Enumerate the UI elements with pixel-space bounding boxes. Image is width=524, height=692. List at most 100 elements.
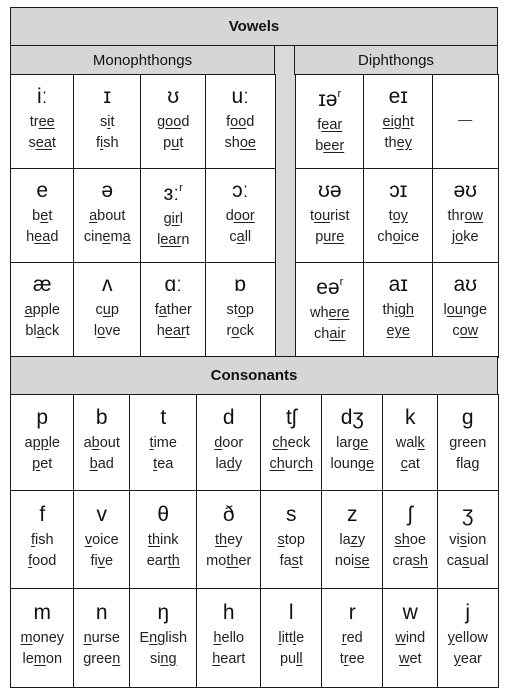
phoneme-symbol: eər	[316, 275, 344, 299]
example-word: heart	[212, 650, 246, 667]
phoneme-symbol: uː	[231, 84, 249, 108]
phoneme-symbol: dʒ	[340, 405, 364, 429]
example-word: five	[90, 552, 114, 569]
highlighted-sound: ch	[269, 455, 285, 472]
example-word: year	[453, 650, 482, 667]
consonant-cell: ʒ vision casual	[437, 490, 499, 590]
example-word: tree	[29, 113, 55, 130]
diphthong-cell: ɔɪ toy choice	[363, 168, 434, 264]
example-word: love	[93, 322, 121, 339]
example-word: food	[28, 552, 57, 569]
highlighted-sound: a	[24, 301, 33, 318]
example-word: green	[83, 650, 121, 667]
highlighted-sound: ear	[164, 322, 186, 339]
example-word: noise	[334, 552, 370, 569]
example-word: nurse	[83, 629, 120, 646]
highlighted-sound: n	[112, 650, 121, 667]
highlighted-sound: ge	[357, 455, 375, 472]
consonant-cell: h hello heart	[196, 588, 262, 688]
highlighted-sound: a	[122, 228, 131, 245]
example-word: green	[449, 434, 487, 451]
phoneme-symbol: d	[222, 405, 235, 429]
phoneme-symbol: ŋ	[157, 600, 170, 624]
example-word: lady	[215, 455, 243, 472]
highlighted-sound: ure	[323, 228, 345, 245]
example-word: choice	[377, 228, 420, 245]
diphthong-cell: ʊə tourist pure	[295, 168, 365, 264]
highlighted-sound: air	[329, 325, 346, 342]
example-word: cup	[95, 301, 119, 318]
example-word: thigh	[382, 301, 414, 318]
phoneme-symbol: t	[160, 405, 167, 429]
highlighted-sound: d	[214, 434, 223, 451]
example-word: door	[225, 207, 255, 224]
example-word: door	[214, 434, 244, 451]
phoneme-symbol: ʊə	[317, 178, 342, 202]
consonant-cell: ŋ English sing	[129, 588, 198, 688]
example-word: cow	[452, 322, 479, 339]
consonant-cell: dʒ large lounge	[321, 394, 384, 492]
example-word: seat	[28, 134, 56, 151]
phoneme-symbol: n	[95, 600, 108, 624]
highlighted-sound: ow	[464, 207, 483, 224]
highlighted-sound: eye	[386, 322, 410, 339]
phoneme-symbol: r	[348, 600, 356, 624]
example-word: they	[215, 531, 243, 548]
highlighted-sound: oy	[392, 207, 408, 224]
example-word: where	[309, 304, 350, 321]
example-word: lazy	[339, 531, 366, 548]
monophthong-cell: ɒ stop rock	[205, 262, 276, 358]
example-word: bad	[89, 455, 114, 472]
example-word: time	[149, 434, 177, 451]
phoneme-symbol: tʃ	[286, 405, 297, 429]
example-word: girl	[163, 210, 183, 227]
example-word: hello	[213, 629, 245, 646]
highlighted-sound: t	[149, 434, 154, 451]
consonant-cell: s stop fast	[260, 490, 323, 590]
monophthong-cell: ɜːr girl learn	[140, 168, 207, 264]
phoneme-symbol: ɔː	[232, 178, 249, 202]
consonant-cell: w wind wet	[382, 588, 439, 688]
example-word: tea	[153, 455, 174, 472]
example-word: throw	[447, 207, 483, 224]
example-word: English	[139, 629, 188, 646]
consonant-cell: k walk cat	[382, 394, 439, 492]
vowel-section-divider	[275, 45, 295, 357]
phoneme-symbol: æ	[32, 272, 52, 296]
phoneme-symbol: s	[286, 502, 297, 526]
highlighted-sound: z	[350, 531, 358, 548]
highlighted-sound: se	[354, 552, 370, 569]
example-word: fish	[95, 134, 119, 151]
example-word: heart	[156, 322, 190, 339]
example-word: black	[25, 322, 60, 339]
monophthong-cell: ɔː door call	[205, 168, 276, 264]
consonant-cell: tʃ check church	[260, 394, 323, 492]
example-word: lounge	[443, 301, 488, 318]
highlighted-sound: u	[102, 301, 111, 318]
highlighted-sound: ere	[328, 304, 350, 321]
phoneme-symbol: z	[347, 502, 358, 526]
diphthong-cell: aɪ thigh eye	[363, 262, 434, 358]
phoneme-symbol: k	[405, 405, 416, 429]
example-word: earth	[146, 552, 180, 569]
highlighted-sound: ll	[296, 650, 303, 667]
highlighted-sound: o	[237, 301, 246, 318]
highlighted-sound: s	[277, 531, 285, 548]
example-word: fast	[279, 552, 303, 569]
example-word: lemon	[22, 650, 63, 667]
highlighted-sound: ow	[459, 322, 479, 339]
highlighted-sound: k	[417, 434, 425, 451]
highlighted-sound: sh	[394, 531, 410, 548]
empty-cell-dash: —	[458, 110, 473, 127]
example-word: stop	[277, 531, 305, 548]
highlighted-sound: th	[226, 552, 239, 569]
highlighted-sound: th	[167, 552, 180, 569]
highlighted-sound: oo	[230, 113, 247, 130]
monophthong-cell: ɪ sit fish	[73, 74, 142, 170]
phoneme-symbol: e	[36, 178, 49, 202]
phoneme-symbol: m	[33, 600, 52, 624]
consonant-cell: p apple pet	[10, 394, 75, 492]
highlighted-sound: y	[447, 629, 455, 646]
highlighted-sound: d	[226, 455, 235, 472]
highlighted-sound: w	[395, 629, 406, 646]
